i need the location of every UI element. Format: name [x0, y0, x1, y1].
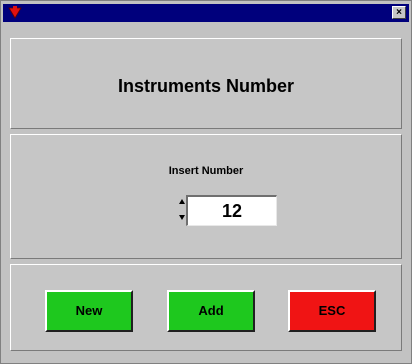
red-triangle-icon[interactable]: [8, 6, 22, 20]
header-panel: Instruments Number: [10, 38, 402, 129]
insert-number-label: Insert Number: [168, 165, 244, 177]
input-panel: Insert Number 12: [10, 134, 402, 259]
esc-button[interactable]: ESC: [288, 290, 376, 332]
number-spinner[interactable]: [179, 195, 185, 225]
spin-up-icon[interactable]: [179, 199, 185, 204]
add-button[interactable]: Add: [167, 290, 255, 332]
dialog-window: × Instruments Number Insert Number 12 Ne…: [0, 0, 412, 364]
number-input[interactable]: 12: [186, 195, 277, 226]
spin-down-icon[interactable]: [179, 215, 185, 220]
button-panel: New Add ESC: [10, 264, 402, 351]
dialog-title: Instruments Number: [117, 76, 295, 96]
new-button[interactable]: New: [45, 290, 133, 332]
title-bar[interactable]: ×: [3, 4, 409, 22]
close-button[interactable]: ×: [392, 6, 406, 19]
